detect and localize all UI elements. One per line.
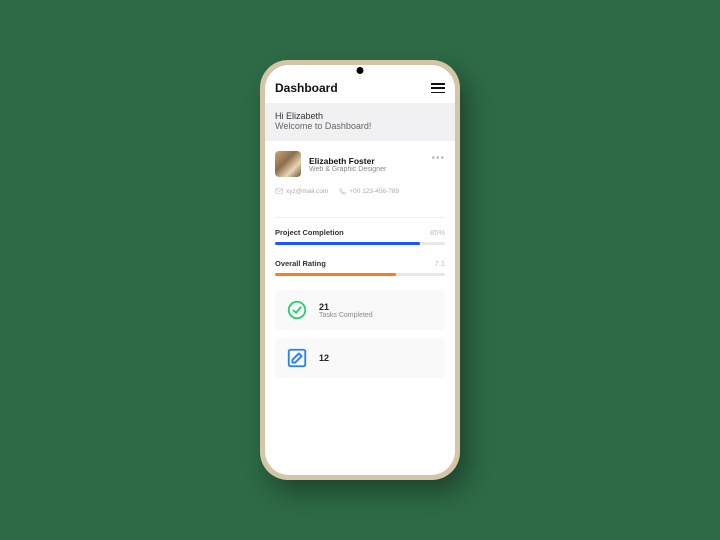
checkmark-circle-icon bbox=[285, 298, 309, 322]
phone-contact[interactable]: +00 123-456-789 bbox=[338, 187, 399, 195]
profile-info: Elizabeth Foster Web & Graphic Designer bbox=[309, 156, 445, 173]
phone-text: +00 123-456-789 bbox=[349, 188, 399, 195]
progress-bar-1 bbox=[275, 273, 445, 276]
stat-card-tasks-completed[interactable]: 21 Tasks Completed bbox=[275, 290, 445, 330]
progress-value-1: 7.1 bbox=[435, 259, 445, 268]
progress-label-0: Project Completion bbox=[275, 228, 344, 237]
stat-label-0: Tasks Completed bbox=[319, 312, 435, 319]
more-options-button[interactable]: ••• bbox=[431, 153, 445, 164]
email-text: xyz@mail.com bbox=[286, 188, 328, 195]
camera-notch bbox=[357, 67, 364, 74]
profile-role: Web & Graphic Designer bbox=[309, 166, 445, 173]
greeting-hi: Hi Elizabeth bbox=[275, 111, 445, 121]
progress-section-1: Overall Rating 7.1 bbox=[265, 249, 455, 280]
greeting-banner: Hi Elizabeth Welcome to Dashboard! bbox=[265, 103, 455, 141]
stat-number-1: 12 bbox=[319, 353, 435, 363]
progress-value-0: 85% bbox=[430, 228, 445, 237]
phone-screen: Dashboard Hi Elizabeth Welcome to Dashbo… bbox=[265, 65, 455, 475]
profile-top: Elizabeth Foster Web & Graphic Designer … bbox=[275, 151, 445, 177]
email-contact[interactable]: xyz@mail.com bbox=[275, 187, 328, 195]
greeting-welcome: Welcome to Dashboard! bbox=[275, 121, 445, 131]
stat-card-edit[interactable]: 12 bbox=[275, 338, 445, 378]
progress-section-0: Project Completion 85% bbox=[265, 218, 455, 249]
phone-icon bbox=[338, 187, 346, 195]
page-title: Dashboard bbox=[275, 81, 338, 95]
profile-name: Elizabeth Foster bbox=[309, 156, 445, 166]
contact-row: xyz@mail.com +00 123-456-789 bbox=[275, 187, 445, 195]
profile-card: Elizabeth Foster Web & Graphic Designer … bbox=[265, 141, 455, 207]
menu-button[interactable] bbox=[431, 83, 445, 93]
edit-square-icon bbox=[285, 346, 309, 370]
phone-frame: Dashboard Hi Elizabeth Welcome to Dashbo… bbox=[260, 60, 460, 480]
progress-label-1: Overall Rating bbox=[275, 259, 326, 268]
avatar bbox=[275, 151, 301, 177]
mail-icon bbox=[275, 187, 283, 195]
stat-number-0: 21 bbox=[319, 302, 435, 312]
stats-list: 21 Tasks Completed 12 bbox=[265, 290, 455, 378]
progress-bar-0 bbox=[275, 242, 445, 245]
progress-fill-1 bbox=[275, 273, 396, 276]
progress-fill-0 bbox=[275, 242, 420, 245]
